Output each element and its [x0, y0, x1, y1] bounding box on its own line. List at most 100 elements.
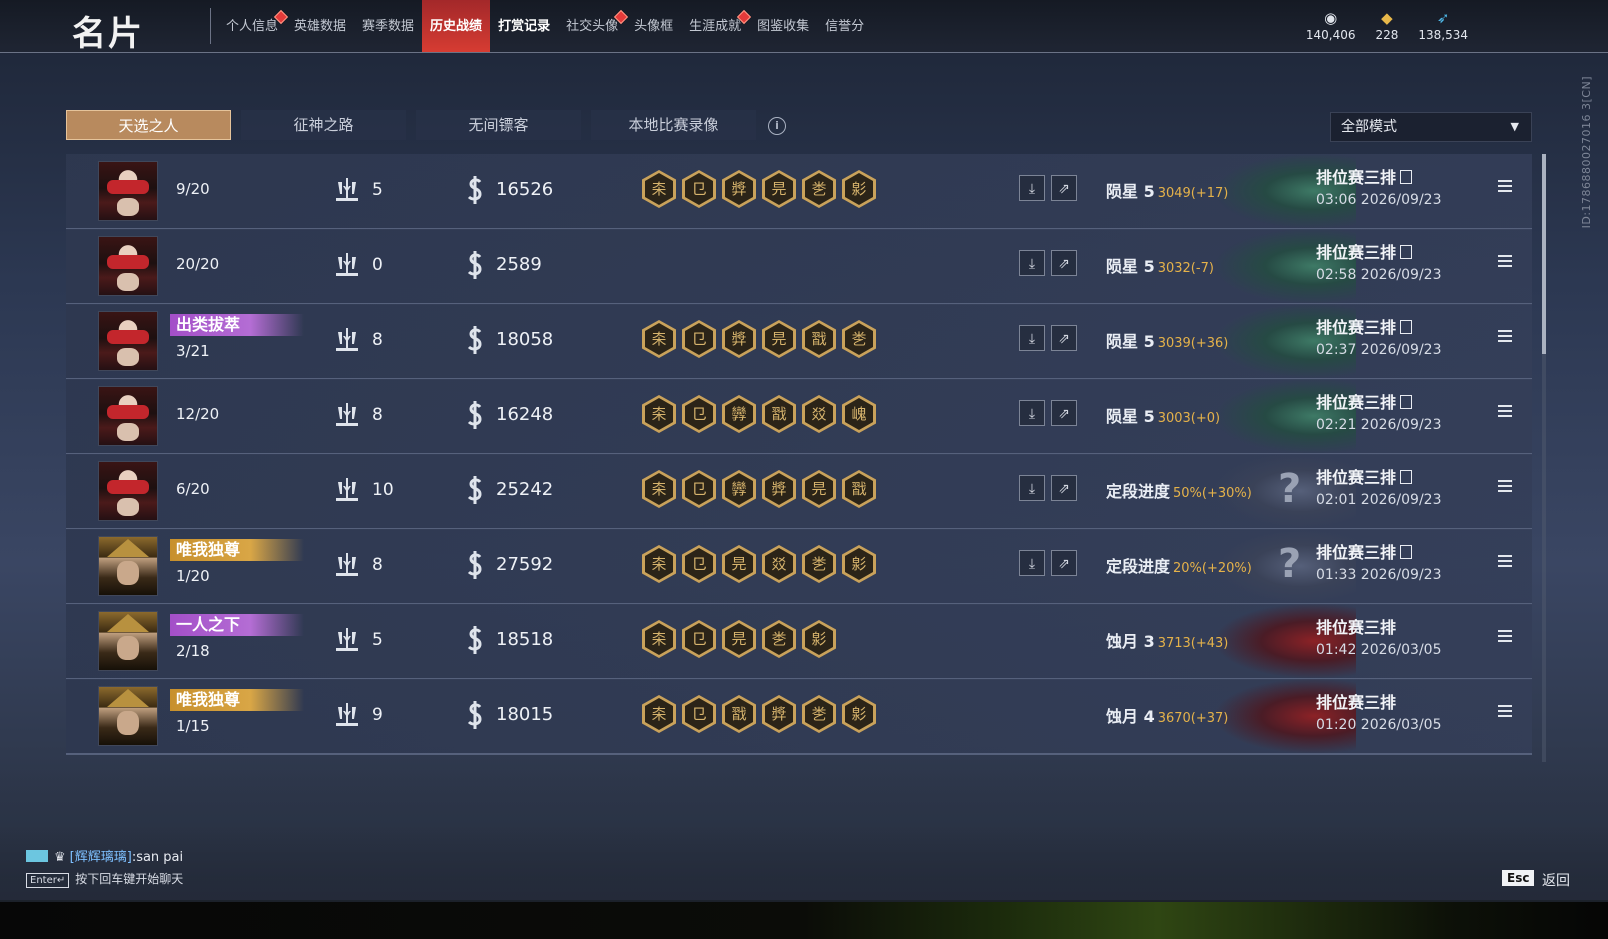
medal-icon[interactable]: 㔾 [682, 320, 716, 358]
menu-icon[interactable] [1498, 555, 1512, 567]
medal-icon[interactable]: 㢡 [722, 320, 756, 358]
rank-delta: 3039(+36) [1157, 336, 1229, 351]
share-icon[interactable]: ⇗ [1051, 250, 1077, 276]
scrollbar[interactable] [1542, 154, 1546, 762]
share-icon[interactable]: ⇗ [1051, 175, 1077, 201]
medal-icon[interactable]: 㣐 [802, 620, 836, 658]
medal-icon[interactable]: 㦻 [842, 470, 876, 508]
medal-icon[interactable]: 㢡 [762, 470, 796, 508]
nav-item-9[interactable]: 信誉分 [817, 0, 872, 52]
share-icon[interactable]: ⇗ [1051, 550, 1077, 576]
replay-copy-icon[interactable] [1400, 470, 1413, 484]
medal-icon[interactable]: 㦻 [722, 695, 756, 733]
medal-icon[interactable]: 㦻 [802, 320, 836, 358]
medal-icon[interactable]: 㢡 [762, 695, 796, 733]
match-row[interactable]: 6/20 10 25242 㚓 㔾 㝈 㢡 㫕 㦻 ⤓ ⇗? 定段进度 50%(+30%) 排位赛三排 02… [66, 454, 1532, 530]
share-icon[interactable]: ⇗ [1051, 400, 1077, 426]
match-row[interactable]: 12/20 8 16248 㚓 㔾 㝈 㦻 㸚 㟴 ⤓ ⇗ 陨星 5 3003(+0) 排位赛三排 02:2… [66, 379, 1532, 455]
menu-icon[interactable] [1498, 405, 1512, 417]
share-icon[interactable]: ⇗ [1051, 475, 1077, 501]
menu-icon[interactable] [1498, 480, 1512, 492]
nav-item-0[interactable]: 个人信息 [218, 0, 289, 52]
medal-icon[interactable]: 㔾 [682, 695, 716, 733]
match-row[interactable]: 9/20 5 16526 㚓 㔾 㢡 㫕 㐘 㣐 ⤓ ⇗ 陨星 5 3049(+17) 排位赛三排 03:0… [66, 154, 1532, 230]
match-row[interactable]: 唯我独尊 1/15 9 18015 㚓 㔾 㦻 㢡 㐘 㣐 蚀月 4 3670(+37) 排位赛三排 01… [66, 679, 1532, 755]
medal-icon[interactable]: 㫕 [722, 545, 756, 583]
medal-icon[interactable]: 㔾 [682, 395, 716, 433]
title-badge: 唯我独尊 [170, 689, 304, 711]
medal-icon[interactable]: 㦻 [762, 395, 796, 433]
medal-icon[interactable]: 㚓 [642, 320, 676, 358]
chat-sender[interactable]: [辉辉璃璃] [70, 850, 132, 865]
medal-icon[interactable]: 㫕 [762, 170, 796, 208]
menu-icon[interactable] [1498, 255, 1512, 267]
medal-icon[interactable]: 㝈 [722, 470, 756, 508]
replay-copy-icon[interactable] [1400, 395, 1413, 409]
nav-item-5[interactable]: 社交头像 [558, 0, 629, 52]
scrollbar-thumb[interactable] [1542, 154, 1546, 354]
medal-icon[interactable]: 㚓 [642, 470, 676, 508]
nav-item-2[interactable]: 赛季数据 [354, 0, 422, 52]
medal-icon[interactable]: 㐘 [842, 320, 876, 358]
download-icon[interactable]: ⤓ [1019, 250, 1045, 276]
chat-hint[interactable]: Enter↵ 按下回车键开始聊天 [26, 870, 183, 888]
download-icon[interactable]: ⤓ [1019, 325, 1045, 351]
tab-2[interactable]: 无间镖客 [416, 110, 581, 140]
mode-select[interactable]: 全部模式 ▼ [1330, 112, 1532, 142]
menu-icon[interactable] [1498, 180, 1512, 192]
medal-icon[interactable]: 㔾 [682, 545, 716, 583]
medal-icon[interactable]: 㣐 [842, 695, 876, 733]
medal-icon[interactable]: 㣐 [842, 170, 876, 208]
tab-3[interactable]: 本地比赛录像 [591, 110, 756, 140]
match-row[interactable]: 唯我独尊 1/20 8 27592 㚓 㔾 㫕 㸚 㐘 㣐 ⤓ ⇗? 定段进度 20%(+20%) 排位赛三… [66, 529, 1532, 605]
nav-item-4[interactable]: 打赏记录 [490, 0, 558, 52]
menu-icon[interactable] [1498, 630, 1512, 642]
medal-icon[interactable]: 㟴 [842, 395, 876, 433]
nav-item-7[interactable]: 生涯成就 [681, 0, 752, 52]
medal-icon[interactable]: 㐘 [802, 545, 836, 583]
medal-icon[interactable]: 㐘 [802, 695, 836, 733]
medal-icon[interactable]: 㐘 [762, 620, 796, 658]
medal-icon[interactable]: 㔾 [682, 620, 716, 658]
medal-icon[interactable]: 㫕 [762, 320, 796, 358]
medal-icon[interactable]: 㚓 [642, 695, 676, 733]
match-row[interactable]: 20/20 0 2589 ⤓ ⇗ 陨星 5 3032(-7) 排位赛三排 02:58 2026/… [66, 229, 1532, 305]
medal-icon[interactable]: 㔾 [682, 470, 716, 508]
nav-item-8[interactable]: 图鉴收集 [749, 0, 817, 52]
tab-0[interactable]: 天选之人 [66, 110, 231, 140]
download-icon[interactable]: ⤓ [1019, 400, 1045, 426]
medal-icon[interactable]: 㫕 [802, 470, 836, 508]
tab-1[interactable]: 征神之路 [241, 110, 406, 140]
nav-item-1[interactable]: 英雄数据 [286, 0, 354, 52]
replay-copy-icon[interactable] [1400, 320, 1413, 334]
medal-icon[interactable]: 㐘 [802, 170, 836, 208]
replay-copy-icon[interactable] [1400, 170, 1413, 184]
nav-item-6[interactable]: 头像框 [626, 0, 681, 52]
medal-icon[interactable]: 㸚 [802, 395, 836, 433]
medal-icon[interactable]: 㚓 [642, 170, 676, 208]
medal-icon[interactable]: 㫕 [722, 620, 756, 658]
menu-icon[interactable] [1498, 330, 1512, 342]
medal-icon[interactable]: 㣐 [842, 545, 876, 583]
replay-copy-icon[interactable] [1400, 245, 1413, 259]
medal-icon[interactable]: 㝈 [722, 395, 756, 433]
match-history-list[interactable]: 9/20 5 16526 㚓㔾㢡㫕㐘㣐 ⤓ ⇗ 陨星 5 3049(+17) 排位赛三排 03:0… [66, 154, 1532, 762]
medal-icon[interactable]: 㸚 [762, 545, 796, 583]
medal-icon[interactable]: 㚓 [642, 620, 676, 658]
back-button[interactable]: 返回 [1542, 870, 1570, 890]
info-icon[interactable]: i [768, 117, 786, 135]
download-icon[interactable]: ⤓ [1019, 475, 1045, 501]
download-icon[interactable]: ⤓ [1019, 550, 1045, 576]
match-row[interactable]: 一人之下 2/18 5 18518 㚓 㔾 㫕 㐘 㣐 蚀月 3 3713(+43) 排位赛三排 01:… [66, 604, 1532, 680]
medal-icon[interactable]: 㢡 [722, 170, 756, 208]
medal-icon[interactable]: 㚓 [642, 545, 676, 583]
title-badge: 出类拔萃 [170, 314, 304, 336]
nav-item-3[interactable]: 历史战绩 [422, 0, 491, 52]
share-icon[interactable]: ⇗ [1051, 325, 1077, 351]
menu-icon[interactable] [1498, 705, 1512, 717]
medal-icon[interactable]: 㔾 [682, 170, 716, 208]
match-row[interactable]: 出类拔萃 3/21 8 18058 㚓 㔾 㢡 㫕 㦻 㐘 ⤓ ⇗ 陨星 5 3039(+36) 排位赛三排… [66, 304, 1532, 380]
download-icon[interactable]: ⤓ [1019, 175, 1045, 201]
replay-copy-icon[interactable] [1400, 545, 1413, 559]
medal-icon[interactable]: 㚓 [642, 395, 676, 433]
